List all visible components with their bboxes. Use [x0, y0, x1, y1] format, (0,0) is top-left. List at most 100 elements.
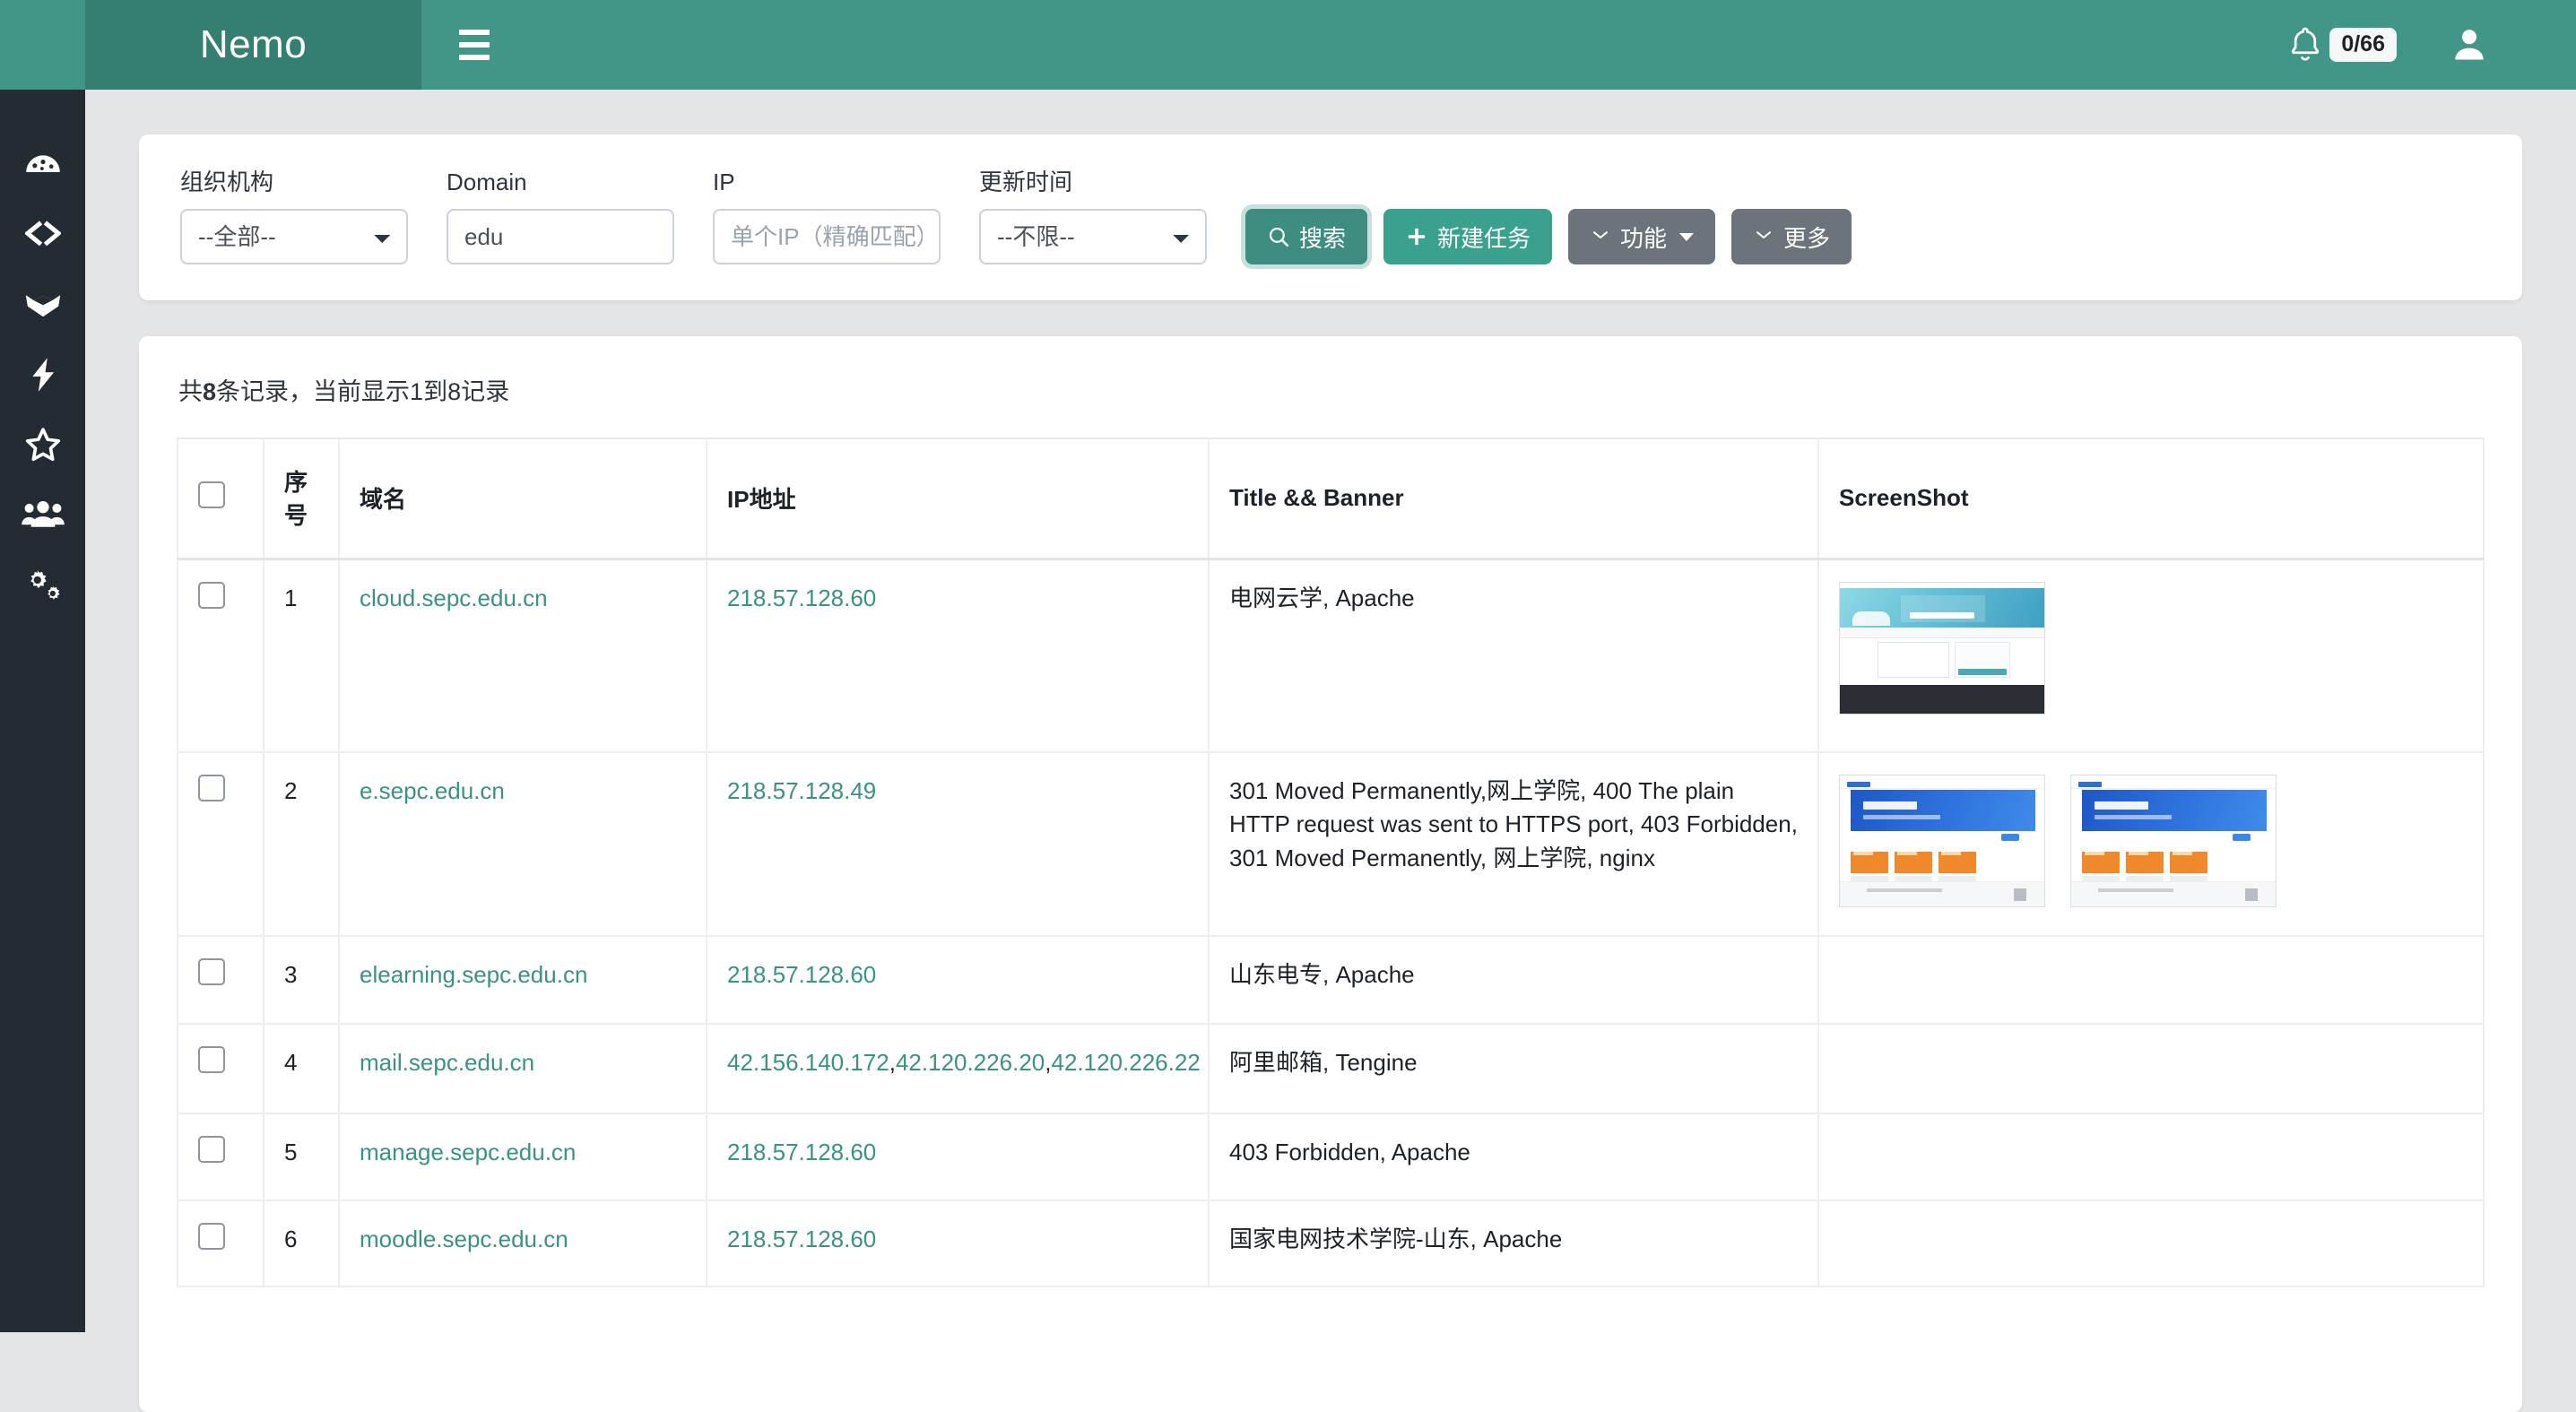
row-checkbox[interactable]: [198, 1046, 225, 1073]
row-banner-cell: 电网云学, Apache: [1209, 559, 1818, 752]
table-row: 2e.sepc.edu.cn218.57.128.49301 Moved Per…: [178, 752, 2484, 936]
table-row: 6moodle.sepc.edu.cn218.57.128.60国家电网技术学院…: [178, 1200, 2484, 1286]
thumb-footer: [1840, 881, 2045, 906]
row-domain-cell: moodle.sepc.edu.cn: [339, 1200, 707, 1286]
more-button-label: 更多: [1783, 221, 1830, 254]
thumb-topnav: [1840, 779, 2045, 789]
row-checkbox[interactable]: [198, 582, 225, 609]
row-banner-cell: 阿里邮箱, Tengine: [1209, 1024, 1818, 1113]
ip-link[interactable]: 218.57.128.60: [727, 1226, 876, 1252]
app-logo[interactable]: Nemo: [85, 0, 421, 90]
summary-to: 8: [447, 378, 461, 405]
ip-link[interactable]: 42.156.140.172: [727, 1049, 889, 1076]
sidebar-item-dashboard[interactable]: [0, 130, 85, 200]
notification-button[interactable]: 0/66: [2285, 24, 2397, 65]
row-index: 2: [264, 752, 339, 936]
summary-from: 1: [410, 378, 423, 405]
row-domain-cell: cloud.sepc.edu.cn: [339, 559, 707, 752]
row-ip-cell: 42.156.140.172,42.120.226.20,42.120.226.…: [707, 1024, 1209, 1113]
sidebar-item-users[interactable]: [0, 480, 85, 550]
row-checkbox[interactable]: [198, 775, 225, 801]
row-ip-cell: 218.57.128.60: [707, 1200, 1209, 1286]
updated-filter-label: 更新时间: [979, 169, 1207, 196]
domain-link[interactable]: manage.sepc.edu.cn: [360, 1139, 576, 1165]
domain-filter-field: Domain: [447, 169, 674, 264]
row-select-cell: [178, 1113, 264, 1200]
row-index: 3: [264, 936, 339, 1024]
row-select-cell: [178, 1200, 264, 1286]
search-button[interactable]: 搜索: [1245, 209, 1367, 264]
ip-separator: ,: [889, 1049, 896, 1076]
ip-link[interactable]: 218.57.128.49: [727, 777, 876, 804]
screenshot-thumbnail[interactable]: [1839, 775, 2045, 907]
thumb-login-button: [1958, 669, 2007, 675]
new-task-button[interactable]: 新建任务: [1383, 209, 1552, 264]
org-filter-select[interactable]: --全部--: [180, 209, 408, 264]
header-ip: IP地址: [707, 438, 1209, 559]
table-row: 5manage.sepc.edu.cn218.57.128.60403 Forb…: [178, 1113, 2484, 1200]
screenshot-thumbnail[interactable]: [2070, 775, 2277, 907]
row-screenshot-cell: [1818, 559, 2484, 752]
sidebar-item-settings[interactable]: [0, 550, 85, 619]
results-table-head: 序号 域名 IP地址 Title && Banner ScreenShot: [178, 438, 2484, 559]
header-domain: 域名: [339, 438, 707, 559]
updated-filter-select[interactable]: --不限--: [979, 209, 1207, 264]
ip-filter-label: IP: [713, 169, 941, 196]
thumb-footer: [2071, 881, 2277, 906]
org-filter-field: 组织机构 --全部--: [180, 169, 408, 264]
ip-filter-field: IP: [713, 169, 941, 264]
results-table: 序号 域名 IP地址 Title && Banner ScreenShot 1c…: [177, 437, 2485, 1287]
sidebar-item-favorites[interactable]: [0, 410, 85, 480]
ip-link[interactable]: 218.57.128.60: [727, 961, 876, 988]
row-checkbox[interactable]: [198, 1136, 225, 1163]
domain-filter-input[interactable]: [447, 209, 674, 264]
ip-link[interactable]: 42.120.226.20: [896, 1049, 1045, 1076]
domain-link[interactable]: elearning.sepc.edu.cn: [360, 961, 587, 988]
more-button[interactable]: 更多: [1731, 209, 1852, 264]
row-index: 6: [264, 1200, 339, 1286]
row-checkbox[interactable]: [198, 958, 225, 985]
row-screenshot-cell: [1818, 936, 2484, 1024]
ip-link[interactable]: 42.120.226.22: [1051, 1049, 1200, 1076]
thumb-navbar: [1840, 628, 2045, 638]
chevrons-down-icon: [1753, 226, 1774, 247]
domain-link[interactable]: cloud.sepc.edu.cn: [360, 585, 548, 611]
row-screenshot-cell: [1818, 1113, 2484, 1200]
results-panel: 共8条记录，当前显示1到8记录 序号 域名 IP地址 Title && Bann…: [139, 336, 2522, 1412]
ip-link[interactable]: 218.57.128.60: [727, 585, 876, 611]
screenshot-thumbnail[interactable]: [1839, 582, 2045, 715]
row-index: 1: [264, 559, 339, 752]
row-screenshot-cell: [1818, 752, 2484, 936]
hamburger-icon[interactable]: [448, 19, 500, 71]
ip-link[interactable]: 218.57.128.60: [727, 1139, 876, 1165]
domain-link[interactable]: mail.sepc.edu.cn: [360, 1049, 534, 1076]
search-button-label: 搜索: [1299, 221, 1346, 254]
sidebar-item-vulnerability[interactable]: [0, 270, 85, 340]
table-row: 1 cloud.sepc.edu.cn 218.57.128.60 电网云学, Apa…: [178, 559, 2484, 752]
select-all-checkbox[interactable]: [198, 481, 225, 508]
domain-link[interactable]: moodle.sepc.edu.cn: [360, 1226, 568, 1252]
filter-panel: 组织机构 --全部-- Domain IP 更新时间 --不限--: [139, 134, 2522, 300]
domain-link[interactable]: e.sepc.edu.cn: [360, 777, 505, 804]
sidebar-item-assets[interactable]: [0, 200, 85, 270]
row-select-cell: [178, 752, 264, 936]
thumb-course-image: [2082, 852, 2120, 873]
function-button[interactable]: 功能: [1568, 209, 1715, 264]
domain-filter-label: Domain: [447, 169, 674, 196]
chevrons-down-icon: [1590, 226, 1611, 247]
header-actions: 0/66: [2285, 24, 2576, 65]
sidebar-item-tasks[interactable]: [0, 340, 85, 410]
users-icon: [21, 492, 65, 537]
thumb-content-box: [1878, 642, 1949, 678]
search-icon: [1267, 225, 1290, 248]
summary-mid: 条记录，当前显示: [216, 378, 410, 405]
user-account-button[interactable]: [2449, 24, 2490, 65]
row-checkbox[interactable]: [198, 1223, 225, 1250]
header-left-spacer: [0, 0, 85, 90]
thumb-course-image: [2170, 852, 2207, 873]
thumb-pill: [2233, 834, 2251, 841]
row-domain-cell: manage.sepc.edu.cn: [339, 1113, 707, 1200]
bell-icon: [2285, 24, 2325, 65]
ip-filter-input[interactable]: [713, 209, 941, 264]
row-screenshot-cell: [1818, 1200, 2484, 1286]
